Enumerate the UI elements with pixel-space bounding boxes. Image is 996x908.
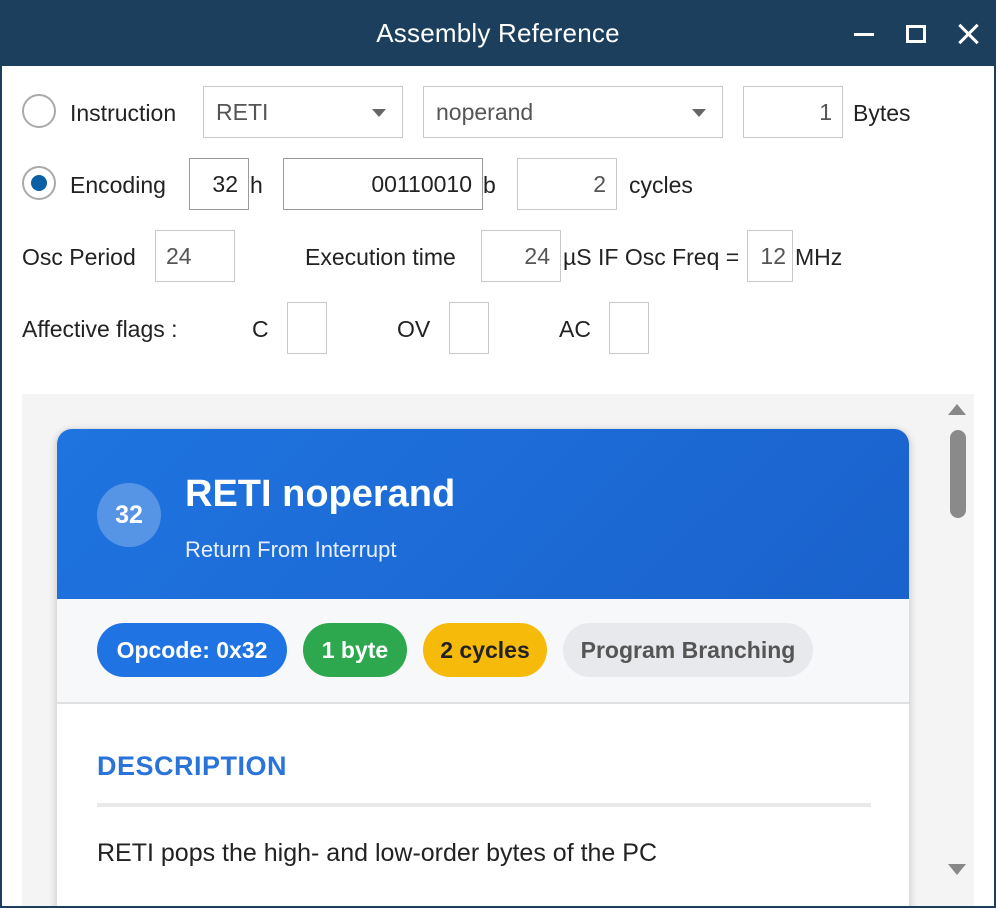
reference-view[interactable]: 32 RETI noperand Return From Interrupt O… bbox=[22, 394, 974, 906]
hex-field[interactable]: 32 bbox=[189, 158, 249, 210]
cycles-label: cycles bbox=[629, 172, 693, 198]
flags-label: Affective flags : bbox=[22, 316, 178, 342]
hex-suffix: h bbox=[250, 172, 263, 198]
flag-c-field[interactable] bbox=[287, 302, 327, 354]
opcode-pill: Opcode: 0x32 bbox=[97, 623, 287, 677]
flag-c-label: C bbox=[252, 316, 269, 342]
chevron-down-icon bbox=[692, 109, 706, 117]
pill-row: Opcode: 0x32 1 byte 2 cycles Program Bra… bbox=[57, 599, 909, 704]
mnemonic-select[interactable]: RETI bbox=[203, 86, 403, 138]
operand-select[interactable]: noperand bbox=[423, 86, 723, 138]
card-header: 32 RETI noperand Return From Interrupt bbox=[57, 429, 909, 599]
minimize-icon bbox=[854, 32, 874, 36]
operand-value: noperand bbox=[436, 98, 534, 125]
close-button[interactable] bbox=[948, 14, 988, 54]
instruction-radio[interactable] bbox=[22, 94, 56, 128]
execution-unit-label: µS IF Osc Freq = bbox=[563, 244, 740, 270]
flag-ov-field[interactable] bbox=[449, 302, 489, 354]
flag-ac-label: AC bbox=[559, 316, 591, 342]
execution-time-field[interactable]: 24 bbox=[481, 230, 561, 282]
title-bar[interactable]: Assembly Reference bbox=[0, 0, 996, 66]
instruction-label: Instruction bbox=[70, 100, 177, 126]
mnemonic-value: RETI bbox=[216, 98, 269, 125]
close-icon bbox=[957, 23, 979, 45]
osc-period-field[interactable]: 24 bbox=[155, 230, 235, 282]
cycles-pill: 2 cycles bbox=[423, 623, 547, 677]
client-area: Instruction RETI noperand 1 Bytes Encodi… bbox=[2, 66, 994, 906]
osc-freq-unit: MHz bbox=[795, 244, 843, 270]
flag-ac-field[interactable] bbox=[609, 302, 649, 354]
chevron-down-icon bbox=[372, 109, 386, 117]
group-pill: Program Branching bbox=[563, 623, 813, 677]
osc-period-label: Osc Period bbox=[22, 244, 136, 270]
card-title: RETI noperand bbox=[185, 473, 456, 515]
binary-suffix: b bbox=[483, 172, 496, 198]
cycles-field[interactable]: 2 bbox=[517, 158, 617, 210]
app-window: Assembly Reference Instruction RETI nope… bbox=[0, 0, 996, 908]
scroll-down-icon[interactable] bbox=[948, 864, 966, 875]
description-text: RETI pops the high- and low-order bytes … bbox=[97, 839, 658, 867]
instruction-card: 32 RETI noperand Return From Interrupt O… bbox=[56, 428, 910, 906]
bytes-field[interactable]: 1 bbox=[743, 86, 843, 138]
flag-ov-label: OV bbox=[397, 316, 431, 342]
scroll-up-icon[interactable] bbox=[948, 404, 966, 415]
minimize-button[interactable] bbox=[844, 14, 884, 54]
bytes-label: Bytes bbox=[853, 100, 911, 126]
card-subtitle: Return From Interrupt bbox=[185, 537, 397, 562]
scrollbar-thumb[interactable] bbox=[950, 430, 966, 518]
maximize-icon bbox=[906, 25, 926, 43]
description-heading: DESCRIPTION bbox=[97, 751, 288, 781]
opcode-badge: 32 bbox=[97, 483, 161, 547]
bytes-pill: 1 byte bbox=[303, 623, 407, 677]
maximize-button[interactable] bbox=[896, 14, 936, 54]
section-divider bbox=[97, 803, 871, 807]
osc-freq-field[interactable]: 12 bbox=[747, 230, 793, 282]
binary-field[interactable]: 00110010 bbox=[283, 158, 483, 210]
encoding-label: Encoding bbox=[70, 172, 166, 198]
encoding-radio[interactable] bbox=[22, 166, 56, 200]
execution-time-label: Execution time bbox=[305, 244, 456, 270]
